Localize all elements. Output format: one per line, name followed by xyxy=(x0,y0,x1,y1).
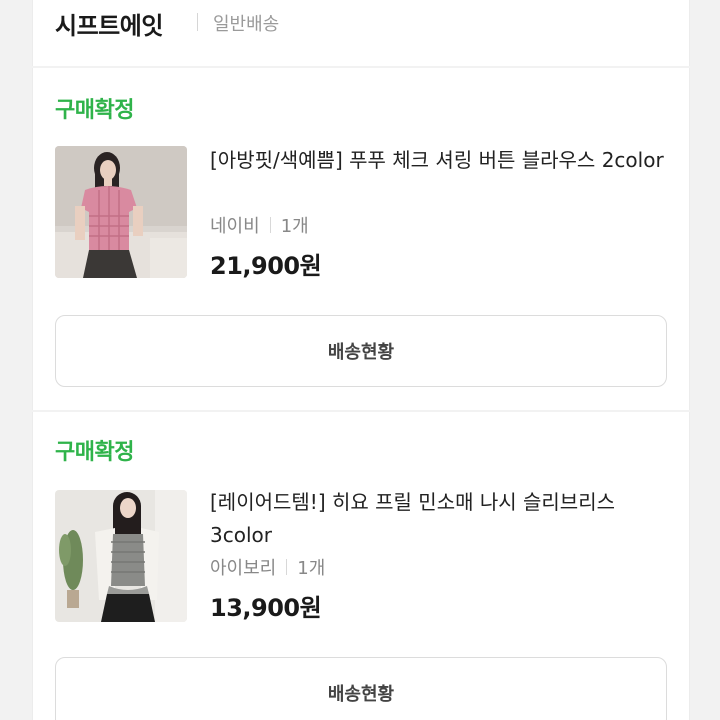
product-image-blouse-icon xyxy=(55,146,187,278)
product-options: 아이보리 1개 xyxy=(210,554,325,580)
order-status: 구매확정 xyxy=(55,98,134,123)
option-quantity: 1개 xyxy=(280,216,309,237)
divider xyxy=(197,13,198,31)
product-thumbnail[interactable] xyxy=(55,490,187,622)
shipping-type-label: 일반배송 xyxy=(213,14,280,35)
product-image-sleeveless-icon xyxy=(55,490,187,622)
order-status: 구매확정 xyxy=(55,440,134,465)
option-color: 아이보리 xyxy=(210,558,277,579)
divider xyxy=(269,217,271,233)
seller-header: 시프트에잇 일반배송 xyxy=(32,0,690,66)
delivery-status-button[interactable]: 배송현황 xyxy=(55,315,667,387)
delivery-status-button[interactable]: 배송현황 xyxy=(55,657,667,720)
product-title[interactable]: [레이어드템!] 히요 프릴 민소매 나시 슬리브리스 3color xyxy=(210,486,670,552)
order-card: 구매확정 xyxy=(32,412,690,720)
option-color: 네이비 xyxy=(210,216,260,237)
product-options: 네이비 1개 xyxy=(210,212,309,238)
order-card: 구매확정 xyxy=(32,68,690,410)
seller-name[interactable]: 시프트에잇 xyxy=(55,6,163,41)
product-title[interactable]: [아방핏/색예쁨] 푸푸 체크 셔링 버튼 블라우스 2color xyxy=(210,144,670,177)
product-price: 21,900원 xyxy=(210,252,322,280)
product-price: 13,900원 xyxy=(210,594,322,622)
divider xyxy=(286,559,288,575)
order-history-page: 시프트에잇 일반배송 구매확정 [아방핏/색예쁨] 푸푸 체크 셔링 버튼 블라… xyxy=(0,0,720,720)
product-thumbnail[interactable] xyxy=(55,146,187,278)
option-quantity: 1개 xyxy=(297,558,326,579)
